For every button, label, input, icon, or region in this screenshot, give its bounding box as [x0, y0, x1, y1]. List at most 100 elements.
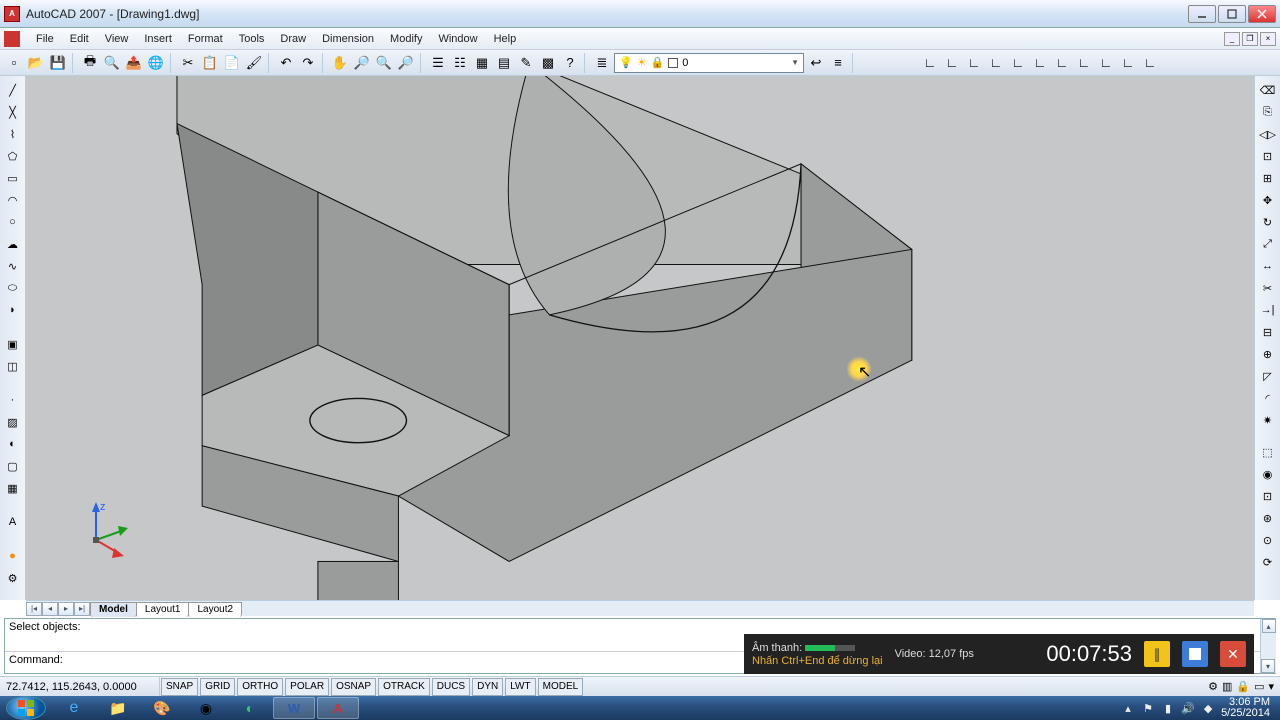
close-button[interactable] [1248, 5, 1276, 23]
recorder-pause-button[interactable]: ∥ [1144, 641, 1170, 667]
design-center-button[interactable]: ☷ [450, 53, 470, 73]
layer-previous-button[interactable]: ↩ [806, 53, 826, 73]
zoom-window-button[interactable]: 🔍 [374, 53, 394, 73]
otrack-toggle[interactable]: OTRACK [378, 678, 430, 696]
layer-states-button[interactable]: ≡ [828, 53, 848, 73]
command-scrollbar[interactable]: ▴ ▾ [1260, 619, 1276, 673]
open-button[interactable]: 📂 [26, 53, 46, 73]
status-tray-chevron-icon[interactable]: ▾ [1268, 680, 1274, 693]
tab-scroll-last[interactable]: ▸| [74, 602, 90, 616]
ellipse-arc-tool[interactable]: ◗ [3, 300, 23, 320]
mdi-minimize-button[interactable]: _ [1224, 32, 1240, 46]
ucs-x-button[interactable]: ∟ [1096, 53, 1116, 73]
3d-rotate-tool[interactable]: ◉ [1258, 464, 1278, 484]
table-tool[interactable]: ▦ [3, 478, 23, 498]
tray-app-icon[interactable]: ◆ [1201, 701, 1215, 715]
explode-tool[interactable]: ✷ [1258, 410, 1278, 430]
extend-tool[interactable]: →| [1258, 300, 1278, 320]
ucs-y-button[interactable]: ∟ [1118, 53, 1138, 73]
pan-button[interactable]: ✋ [330, 53, 350, 73]
tab-scroll-prev[interactable]: ◂ [42, 602, 58, 616]
status-tray-icon[interactable]: ▥ [1222, 680, 1232, 693]
properties-button[interactable]: ☰ [428, 53, 448, 73]
hatch-tool[interactable]: ▨ [3, 412, 23, 432]
tool-palettes-button[interactable]: ▦ [472, 53, 492, 73]
3d-align-tool[interactable]: ⊡ [1258, 486, 1278, 506]
lwt-toggle[interactable]: LWT [505, 678, 535, 696]
taskbar-word[interactable]: W [273, 697, 315, 719]
offset-tool[interactable]: ⊡ [1258, 146, 1278, 166]
join-tool[interactable]: ⊕ [1258, 344, 1278, 364]
mdi-restore-button[interactable]: ❐ [1242, 32, 1258, 46]
menu-tools[interactable]: Tools [231, 31, 273, 47]
sheet-set-button[interactable]: ▤ [494, 53, 514, 73]
zoom-previous-button[interactable]: 🔎 [396, 53, 416, 73]
cut-button[interactable]: ✂ [178, 53, 198, 73]
array-tool[interactable]: ⊞ [1258, 168, 1278, 188]
layer-manager-button[interactable]: ≣ [592, 53, 612, 73]
scale-tool[interactable]: ⤢ [1258, 234, 1278, 254]
tab-layout1[interactable]: Layout1 [136, 602, 190, 617]
3d-dwf-button[interactable]: 🌐 [146, 53, 166, 73]
stretch-tool[interactable]: ↔ [1258, 256, 1278, 276]
fillet-tool[interactable]: ◜ [1258, 388, 1278, 408]
status-tray-icon[interactable]: 🔒 [1236, 680, 1250, 693]
ucs-3point-button[interactable]: ∟ [1074, 53, 1094, 73]
tab-scroll-next[interactable]: ▸ [58, 602, 74, 616]
circle-tool[interactable]: ○ [3, 212, 23, 232]
recorder-stop-button[interactable] [1182, 641, 1208, 667]
menu-help[interactable]: Help [486, 31, 525, 47]
paste-button[interactable]: 📄 [222, 53, 242, 73]
undo-button[interactable]: ↶ [276, 53, 296, 73]
ucs-z-button[interactable]: ∟ [1052, 53, 1072, 73]
recorder-close-button[interactable]: ✕ [1220, 641, 1246, 667]
menu-insert[interactable]: Insert [136, 31, 180, 47]
menu-window[interactable]: Window [430, 31, 485, 47]
copy-button[interactable]: 📋 [200, 53, 220, 73]
tray-show-hidden-icon[interactable]: ▴ [1121, 701, 1135, 715]
polygon-tool[interactable]: ⬠ [3, 146, 23, 166]
save-button[interactable]: 💾 [48, 53, 68, 73]
redo-button[interactable]: ↷ [298, 53, 318, 73]
tray-volume-icon[interactable]: 🔊 [1181, 701, 1195, 715]
rotate-tool[interactable]: ↻ [1258, 212, 1278, 232]
taskbar-autocad[interactable]: A [317, 697, 359, 719]
maximize-button[interactable] [1218, 5, 1246, 23]
plot-button[interactable]: 🖶 [80, 53, 100, 73]
taskbar-paint[interactable]: 🎨 [141, 697, 183, 719]
publish-button[interactable]: 📤 [124, 53, 144, 73]
minimize-button[interactable] [1188, 5, 1216, 23]
markup-button[interactable]: ✎ [516, 53, 536, 73]
free-orbit-tool[interactable]: ⊙ [1258, 530, 1278, 550]
insert-block-tool[interactable]: ▣ [3, 334, 23, 354]
taskbar-app[interactable]: ◐ [229, 697, 271, 719]
gradient-tool[interactable]: ◐ [3, 434, 23, 454]
trim-tool[interactable]: ✂ [1258, 278, 1278, 298]
polyline-tool[interactable]: ⌇ [3, 124, 23, 144]
status-tray-icon[interactable]: ▭ [1254, 680, 1264, 693]
taskbar-explorer[interactable]: 📁 [97, 697, 139, 719]
ucs-world-button[interactable]: ∟ [942, 53, 962, 73]
match-properties-button[interactable]: 🖌 [244, 53, 264, 73]
grid-toggle[interactable]: GRID [200, 678, 235, 696]
menu-edit[interactable]: Edit [62, 31, 97, 47]
ducs-toggle[interactable]: DUCS [432, 678, 470, 696]
menu-view[interactable]: View [97, 31, 137, 47]
mdi-close-button[interactable]: × [1260, 32, 1276, 46]
continuous-orbit-tool[interactable]: ⟳ [1258, 552, 1278, 572]
rectangle-tool[interactable]: ▭ [3, 168, 23, 188]
taskbar-chrome[interactable]: ◉ [185, 697, 227, 719]
taskbar-clock[interactable]: 3:06 PM 5/25/2014 [1221, 697, 1270, 719]
dyn-toggle[interactable]: DYN [472, 678, 503, 696]
tray-network-icon[interactable]: ▮ [1161, 701, 1175, 715]
polar-toggle[interactable]: POLAR [285, 678, 329, 696]
spline-tool[interactable]: ∿ [3, 256, 23, 276]
ucs-button[interactable]: ∟ [920, 53, 940, 73]
3d-move-tool[interactable]: ⬚ [1258, 442, 1278, 462]
sphere-render-icon[interactable]: ● [3, 546, 23, 566]
status-tray-icon[interactable]: ⚙ [1208, 680, 1218, 693]
orbit-tool[interactable]: ⊛ [1258, 508, 1278, 528]
tray-flag-icon[interactable]: ⚑ [1141, 701, 1155, 715]
make-block-tool[interactable]: ◫ [3, 356, 23, 376]
new-button[interactable]: ▫ [4, 53, 24, 73]
